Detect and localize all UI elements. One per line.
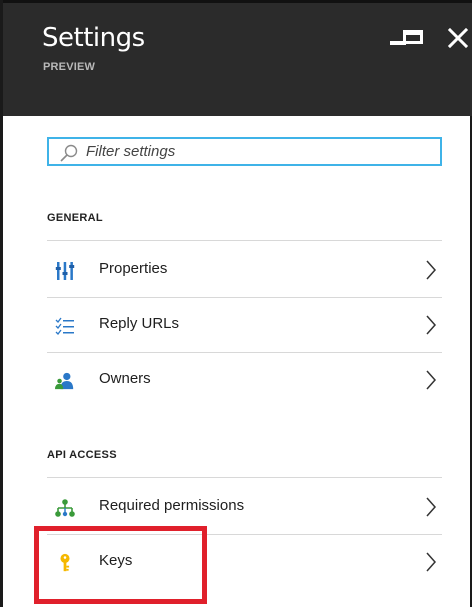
divider: [47, 240, 442, 241]
search-icon: [60, 144, 78, 162]
settings-item-label: Reply URLs: [99, 315, 180, 332]
settings-item-label: Keys: [99, 552, 133, 569]
chevron-right-icon: [426, 552, 437, 572]
chevron-right-icon: [426, 260, 437, 280]
chevron-right-icon: [426, 315, 437, 335]
close-icon: [447, 27, 469, 49]
settings-item-reply-urls[interactable]: Reply URLs: [47, 298, 442, 352]
blade-subtitle: PREVIEW: [43, 61, 96, 73]
chevron-right-icon: [426, 497, 437, 517]
permissions-icon: [55, 499, 75, 517]
blade-header: Settings PREVIEW: [3, 0, 472, 116]
owners-icon: [55, 372, 74, 390]
settings-item-required-permissions[interactable]: Required permissions: [47, 480, 442, 534]
settings-item-label: Properties: [99, 260, 168, 277]
settings-item-keys[interactable]: Keys: [47, 535, 442, 589]
settings-item-properties[interactable]: Properties: [47, 243, 442, 297]
settings-blade: Settings PREVIEW Filter settings GENERAL: [0, 0, 472, 607]
settings-item-label: Owners: [99, 370, 151, 387]
maximize-button[interactable]: [401, 24, 427, 50]
settings-item-label: Required permissions: [99, 497, 245, 514]
filter-settings-input[interactable]: Filter settings: [47, 137, 442, 166]
header-top-border: [3, 0, 472, 3]
section-api-access-label: API ACCESS: [47, 449, 117, 461]
section-general-label: GENERAL: [47, 212, 103, 224]
settings-item-owners[interactable]: Owners: [47, 353, 442, 407]
blade-title: Settings: [42, 23, 145, 53]
maximize-icon: [403, 30, 423, 44]
filter-placeholder: Filter settings: [86, 143, 176, 160]
chevron-right-icon: [426, 370, 437, 390]
close-button[interactable]: [447, 24, 472, 50]
key-icon: [60, 553, 70, 572]
reply-urls-icon: [55, 317, 74, 335]
divider: [47, 477, 442, 478]
properties-icon: [55, 262, 75, 280]
